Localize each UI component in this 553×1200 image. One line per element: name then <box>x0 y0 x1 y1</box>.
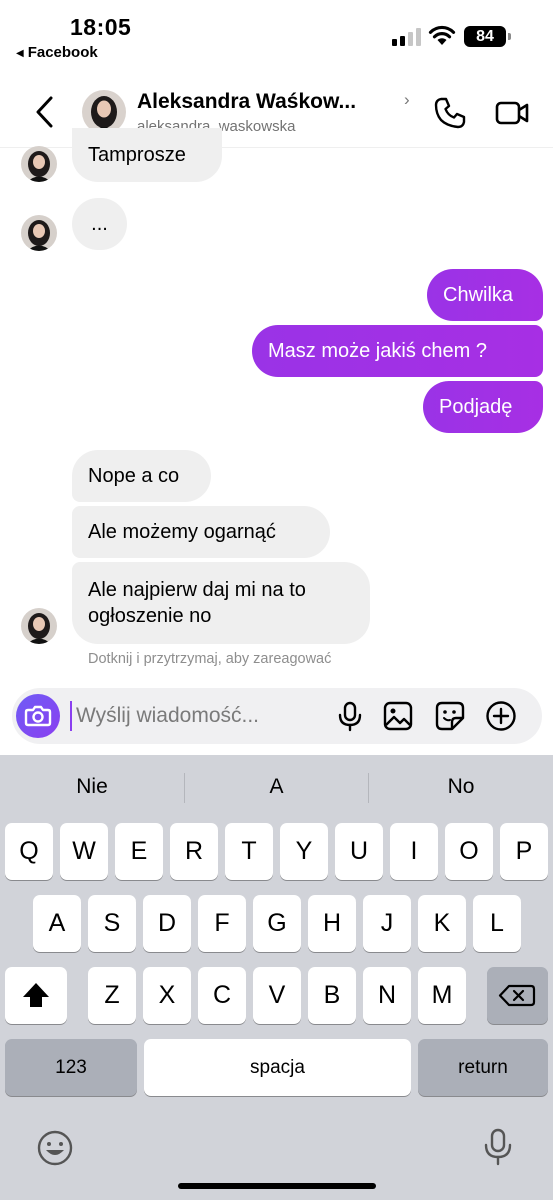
suggestion-item[interactable]: Nie <box>0 755 184 817</box>
incoming-message[interactable]: Ale najpierw daj mi na to ogłoszenie no <box>72 562 370 644</box>
camera-icon <box>24 705 52 727</box>
typing-dots-message[interactable]: ... <box>72 198 127 250</box>
key-c[interactable]: C <box>198 967 246 1024</box>
message-composer <box>12 688 542 744</box>
contact-message-avatar <box>21 215 57 251</box>
cellular-signal-icon <box>392 28 422 46</box>
incoming-message[interactable]: Nope a co <box>72 450 211 502</box>
key-p[interactable]: P <box>500 823 548 880</box>
message-input[interactable] <box>76 696 326 736</box>
key-q[interactable]: Q <box>5 823 53 880</box>
key-u[interactable]: U <box>335 823 383 880</box>
key-j[interactable]: J <box>363 895 411 952</box>
numbers-key[interactable]: 123 <box>5 1039 137 1096</box>
status-time: 18:05 <box>70 14 132 40</box>
key-b[interactable]: B <box>308 967 356 1024</box>
dictation-microphone-icon[interactable] <box>480 1127 516 1167</box>
incoming-message[interactable]: Ale możemy ogarnąć <box>72 506 330 558</box>
message-text: ... <box>91 213 108 235</box>
message-text: Tamprosze <box>88 144 186 166</box>
keyboard: Nie A No Q W E R T Y U I O P A S D F G H… <box>0 755 553 1200</box>
avatar-photo-icon <box>21 608 57 644</box>
phone-icon[interactable] <box>432 95 468 131</box>
home-indicator[interactable] <box>178 1183 376 1189</box>
key-m[interactable]: M <box>418 967 466 1024</box>
message-text: Masz może jakiś chem ? <box>268 340 487 362</box>
text-caret <box>70 701 72 731</box>
key-z[interactable]: Z <box>88 967 136 1024</box>
plus-icon[interactable] <box>485 700 517 732</box>
keyboard-suggestions: Nie A No <box>0 755 553 817</box>
contact-name[interactable]: Aleksandra Waśkow... <box>137 90 356 114</box>
suggestion-item[interactable]: A <box>185 755 368 817</box>
key-t[interactable]: T <box>225 823 273 880</box>
space-key[interactable]: spacja <box>144 1039 411 1096</box>
key-h[interactable]: H <box>308 895 356 952</box>
contact-message-avatar <box>21 608 57 644</box>
avatar-photo-icon <box>21 215 57 251</box>
outgoing-message[interactable]: Masz może jakiś chem ? <box>252 325 543 377</box>
battery-indicator: 84 <box>464 26 511 47</box>
sticker-icon[interactable] <box>434 700 466 732</box>
incoming-message[interactable]: Tamprosze <box>72 128 222 182</box>
message-text: Ale możemy ogarnąć <box>88 521 276 543</box>
key-n[interactable]: N <box>363 967 411 1024</box>
video-camera-icon[interactable] <box>494 96 530 130</box>
shift-icon <box>23 983 49 1007</box>
key-r[interactable]: R <box>170 823 218 880</box>
key-o[interactable]: O <box>445 823 493 880</box>
key-v[interactable]: V <box>253 967 301 1024</box>
contact-message-avatar <box>21 146 57 182</box>
key-s[interactable]: S <box>88 895 136 952</box>
suggestion-item[interactable]: No <box>369 755 553 817</box>
camera-button[interactable] <box>16 694 60 738</box>
backspace-key[interactable] <box>487 967 548 1024</box>
emoji-icon[interactable] <box>36 1129 74 1167</box>
key-l[interactable]: L <box>473 895 521 952</box>
message-text: Podjadę <box>439 396 513 418</box>
microphone-icon[interactable] <box>334 700 366 732</box>
return-key[interactable]: return <box>418 1039 548 1096</box>
back-app-label: Facebook <box>27 44 98 61</box>
chevron-right-icon[interactable]: › <box>404 90 410 110</box>
message-text-line: ogłoszenie no <box>88 605 212 627</box>
wifi-icon <box>428 25 456 45</box>
reaction-hint: Dotknij i przytrzymaj, aby zareagować <box>88 651 332 667</box>
back-chevron-icon[interactable] <box>28 92 64 132</box>
key-e[interactable]: E <box>115 823 163 880</box>
shift-key[interactable] <box>5 967 67 1024</box>
key-y[interactable]: Y <box>280 823 328 880</box>
key-x[interactable]: X <box>143 967 191 1024</box>
key-a[interactable]: A <box>33 895 81 952</box>
message-text: Chwilka <box>443 284 514 306</box>
back-to-app-link[interactable]: ◀ Facebook <box>16 44 98 61</box>
avatar-photo-icon <box>21 146 57 182</box>
gallery-icon[interactable] <box>382 700 414 732</box>
key-k[interactable]: K <box>418 895 466 952</box>
key-w[interactable]: W <box>60 823 108 880</box>
key-d[interactable]: D <box>143 895 191 952</box>
key-g[interactable]: G <box>253 895 301 952</box>
back-triangle-icon: ◀ <box>16 48 24 59</box>
outgoing-message[interactable]: Podjadę <box>423 381 543 433</box>
backspace-icon <box>498 984 536 1007</box>
message-text: Nope a co <box>88 465 180 487</box>
message-text-line: Ale najpierw daj mi na to <box>88 579 306 601</box>
outgoing-message[interactable]: Chwilka <box>427 269 543 321</box>
key-f[interactable]: F <box>198 895 246 952</box>
key-i[interactable]: I <box>390 823 438 880</box>
status-bar: 18:05 ◀ Facebook 84 <box>0 0 553 70</box>
